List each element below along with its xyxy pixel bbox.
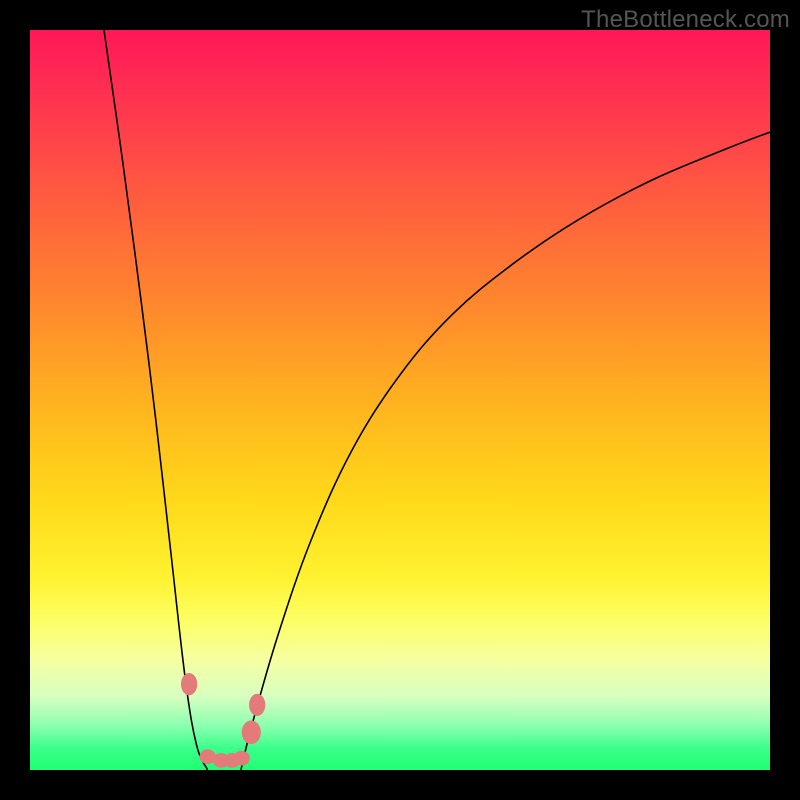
bottleneck-marker [242, 720, 261, 744]
curve-svg [30, 30, 770, 770]
right-branch-curve [241, 132, 770, 770]
bottleneck-marker [234, 751, 250, 766]
chart-plot-area [30, 30, 770, 770]
bottleneck-marker [181, 673, 197, 695]
bottleneck-marker [249, 694, 265, 716]
attribution-text: TheBottleneck.com [581, 6, 790, 34]
left-branch-curve [104, 30, 208, 770]
